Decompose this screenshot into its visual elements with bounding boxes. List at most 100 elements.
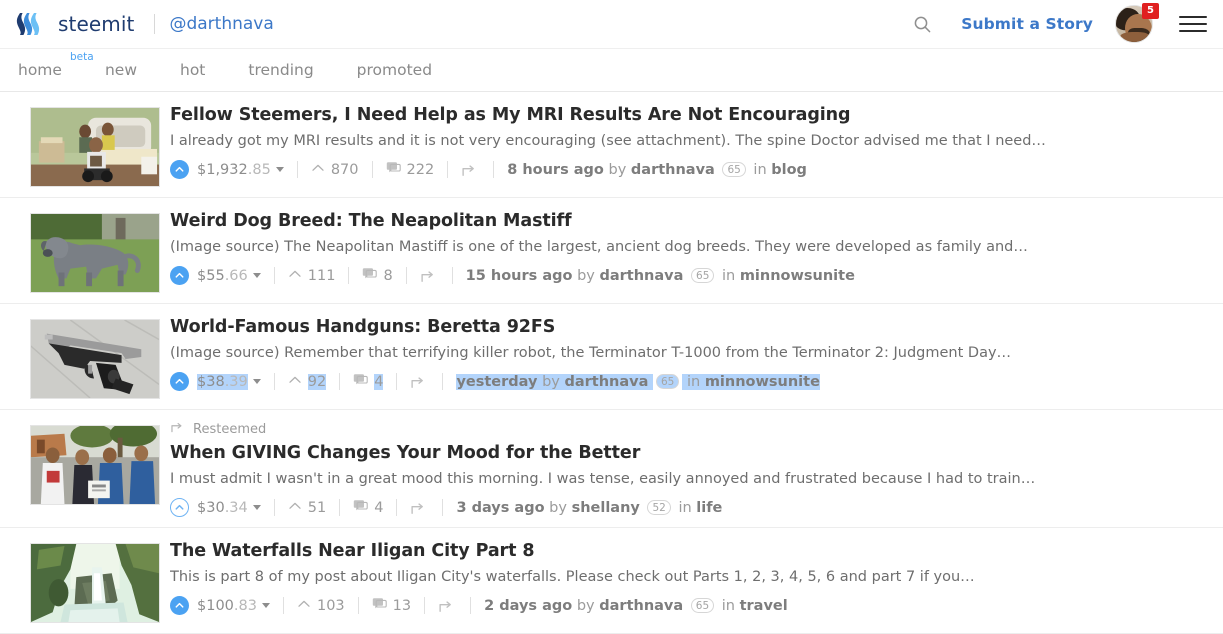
notification-badge[interactable]: 5: [1142, 3, 1159, 19]
post-row[interactable]: Resteemed When GIVING Changes Your Mood …: [0, 410, 1223, 528]
comment-count: 4: [374, 373, 384, 390]
post-category[interactable]: minnowsunite: [740, 268, 855, 284]
vote-chevron-icon: [288, 268, 302, 284]
post-category[interactable]: travel: [740, 598, 788, 614]
meta-separator: [273, 373, 275, 390]
nav-item-hot[interactable]: hot: [180, 48, 205, 92]
post-title[interactable]: When GIVING Changes Your Mood for the Be…: [170, 442, 1205, 464]
post-thumbnail[interactable]: [30, 107, 160, 187]
vote-count-stat[interactable]: 111: [288, 267, 336, 284]
vote-count-stat[interactable]: 51: [288, 500, 326, 516]
post-category[interactable]: minnowsunite: [704, 373, 820, 390]
payout-dollars: $30: [197, 499, 225, 516]
submit-a-story-button[interactable]: Submit a Story: [961, 15, 1093, 33]
comment-count-stat[interactable]: 13: [372, 597, 411, 615]
post-title[interactable]: Weird Dog Breed: The Neapolitan Mastiff: [170, 210, 1205, 232]
comment-count-stat[interactable]: 222: [386, 161, 434, 179]
post-author[interactable]: darthnava: [631, 162, 715, 178]
post-thumbnail[interactable]: [30, 425, 160, 505]
post-row[interactable]: The Waterfalls Near Iligan City Part 8 T…: [0, 528, 1223, 634]
payout-dropdown-caret[interactable]: [252, 505, 261, 510]
author-reputation-badge: 65: [722, 162, 746, 177]
comment-icon: [362, 267, 378, 285]
post-title[interactable]: The Waterfalls Near Iligan City Part 8: [170, 540, 1205, 562]
vote-count-stat[interactable]: 870: [311, 162, 359, 178]
nav-item-trending[interactable]: trending: [248, 48, 313, 92]
upvote-icon[interactable]: [170, 498, 189, 517]
payout-value[interactable]: $100.83: [197, 598, 257, 614]
resteemed-label-row: Resteemed: [170, 420, 1205, 438]
meta-separator: [273, 267, 275, 284]
post-thumbnail[interactable]: [30, 543, 160, 623]
payout-dropdown-caret[interactable]: [252, 273, 261, 278]
vote-chevron-icon: [288, 500, 302, 516]
vote-count-stat[interactable]: 92: [288, 373, 327, 390]
post-author[interactable]: shellany: [572, 500, 640, 516]
meta-separator: [282, 597, 284, 614]
post-author[interactable]: darthnava: [564, 373, 649, 390]
post-time[interactable]: 3 days ago: [456, 500, 544, 516]
post-category[interactable]: blog: [771, 162, 807, 178]
post-summary: I must admit I wasn't in a great mood th…: [170, 471, 1036, 487]
resteem-button[interactable]: [438, 598, 457, 614]
meta-separator: [451, 267, 453, 284]
payout-cents: .39: [224, 373, 248, 390]
payout-value[interactable]: $55.66: [197, 268, 248, 284]
payout-dropdown-caret[interactable]: [261, 603, 270, 608]
payout-value[interactable]: $38.39: [197, 373, 248, 390]
search-icon[interactable]: [905, 7, 939, 41]
comment-count-stat[interactable]: 8: [362, 267, 393, 285]
comment-count-stat[interactable]: 4: [353, 499, 383, 517]
post-time[interactable]: 15 hours ago: [466, 268, 573, 284]
comment-count: 13: [392, 597, 412, 614]
post-time[interactable]: 2 days ago: [484, 598, 572, 614]
resteem-button[interactable]: [461, 162, 480, 178]
post-row[interactable]: World-Famous Handguns: Beretta 92FS (Ima…: [0, 304, 1223, 410]
nav-item-new[interactable]: new: [105, 48, 137, 92]
avatar[interactable]: 5: [1115, 3, 1159, 43]
post-thumbnail[interactable]: [30, 213, 160, 293]
in-label: in: [678, 499, 692, 516]
post-title[interactable]: World-Famous Handguns: Beretta 92FS: [170, 316, 1205, 338]
resteem-button[interactable]: [420, 268, 439, 284]
upvote-icon[interactable]: [170, 596, 189, 615]
vote-count: 111: [307, 267, 336, 284]
payout-value[interactable]: $30.34: [197, 500, 248, 516]
main-navbar: home new hot trending promoted: [0, 48, 1223, 92]
post-category[interactable]: life: [696, 500, 722, 516]
hamburger-icon[interactable]: [1179, 11, 1207, 37]
upvote-icon[interactable]: [170, 372, 189, 391]
post-meta-row: $100.83 103 13 2 days ago by darthnava 6…: [170, 596, 1205, 615]
resteem-button[interactable]: [410, 500, 429, 516]
payout-dropdown-caret[interactable]: [252, 379, 261, 384]
current-username[interactable]: @darthnava: [169, 14, 273, 34]
by-label: by: [542, 373, 560, 390]
steemit-logo-icon[interactable]: [14, 7, 48, 41]
post-title[interactable]: Fellow Steemers, I Need Help as My MRI R…: [170, 104, 1205, 126]
post-time[interactable]: yesterday: [456, 373, 538, 390]
in-label: in: [686, 373, 701, 390]
vote-count-stat[interactable]: 103: [297, 598, 345, 614]
payout-dollars: $100: [197, 597, 234, 614]
upvote-icon[interactable]: [170, 160, 189, 179]
by-label: by: [577, 267, 595, 284]
post-content: Weird Dog Breed: The Neapolitan Mastiff …: [170, 209, 1205, 285]
upvote-icon[interactable]: [170, 266, 189, 285]
post-time[interactable]: 8 hours ago: [507, 162, 604, 178]
post-row[interactable]: Weird Dog Breed: The Neapolitan Mastiff …: [0, 198, 1223, 304]
post-author[interactable]: darthnava: [599, 598, 683, 614]
post-row[interactable]: Fellow Steemers, I Need Help as My MRI R…: [0, 92, 1223, 198]
brand-name[interactable]: steemit: [58, 14, 134, 34]
brand-block[interactable]: steemit beta: [58, 14, 140, 63]
payout-cents: .34: [224, 499, 248, 516]
resteem-button[interactable]: [410, 374, 429, 390]
payout-value[interactable]: $1,932.85: [197, 162, 271, 178]
meta-separator: [357, 597, 359, 614]
payout-dropdown-caret[interactable]: [275, 167, 284, 172]
comment-count-stat[interactable]: 4: [353, 373, 384, 391]
vote-chevron-icon: [288, 374, 302, 390]
post-thumbnail[interactable]: [30, 319, 160, 399]
nav-item-promoted[interactable]: promoted: [357, 48, 432, 92]
post-author[interactable]: darthnava: [599, 268, 683, 284]
nav-item-home[interactable]: home: [18, 48, 62, 92]
